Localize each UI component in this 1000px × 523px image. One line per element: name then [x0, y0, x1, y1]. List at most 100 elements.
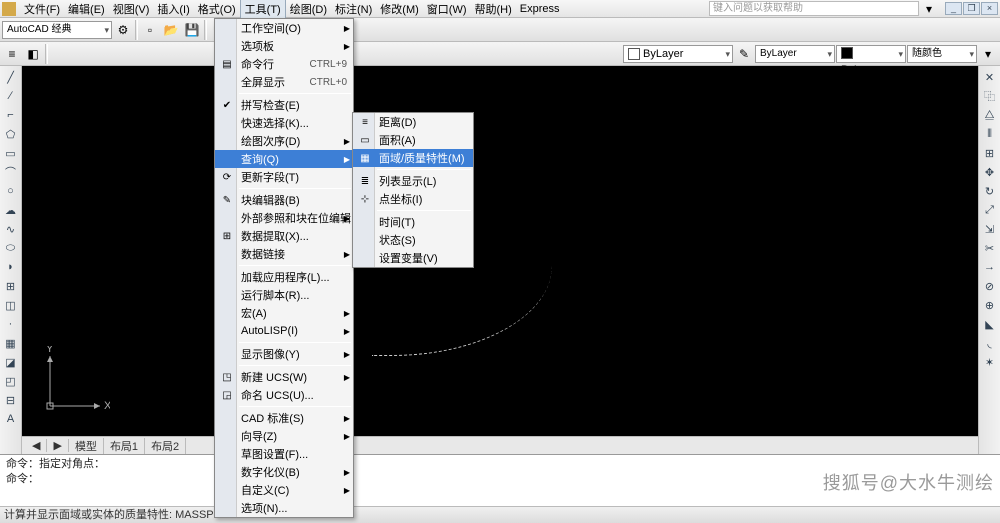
extend-icon[interactable]: → [981, 258, 999, 276]
join-icon[interactable]: ⊕ [981, 296, 999, 314]
hatch-icon[interactable]: ▦ [2, 334, 20, 352]
text-icon[interactable]: A [2, 410, 20, 428]
tools-menu-item[interactable]: AutoLISP(I)▶ [215, 322, 353, 340]
revcloud-icon[interactable]: ☁ [2, 201, 20, 219]
menu-format[interactable]: 格式(O) [194, 0, 240, 18]
plotstyle-combo[interactable]: 随颜色 [907, 45, 977, 63]
restore-button[interactable]: ❐ [963, 2, 980, 15]
layer-icon[interactable]: ◧ [23, 44, 43, 64]
layer-manager-icon[interactable]: ≡ [2, 44, 22, 64]
tools-menu-item[interactable]: ✎块编辑器(B) [215, 191, 353, 209]
tools-menu-item[interactable]: 选项(N)... [215, 499, 353, 517]
tools-menu-item[interactable]: 运行脚本(R)... [215, 286, 353, 304]
ellipsearc-icon[interactable]: ◗ [2, 258, 20, 276]
explode-icon[interactable]: ✶ [981, 353, 999, 371]
copy-icon[interactable]: ⿻ [981, 87, 999, 105]
tools-menu-item[interactable]: 向导(Z)▶ [215, 427, 353, 445]
tools-menu-item[interactable]: 绘图次序(D)▶ [215, 132, 353, 150]
tab-layout2[interactable]: 布局2 [145, 438, 186, 454]
arc-icon[interactable]: ⌒ [2, 163, 20, 181]
menu-dimension[interactable]: 标注(N) [331, 0, 376, 18]
tab-model[interactable]: 模型 [69, 438, 104, 454]
new-icon[interactable]: ▫ [140, 20, 160, 40]
inquiry-submenu-item[interactable]: ≣列表显示(L) [353, 172, 473, 190]
tab-nav-prev[interactable]: ◀ [26, 439, 47, 452]
search-dropdown-icon[interactable]: ▾ [919, 0, 939, 19]
tools-menu-item[interactable]: 快速选择(K)... [215, 114, 353, 132]
trim-icon[interactable]: ✂ [981, 239, 999, 257]
tools-menu-item[interactable]: 加载应用程序(L)... [215, 268, 353, 286]
inquiry-submenu-item[interactable]: ⊹点坐标(I) [353, 190, 473, 208]
table-icon[interactable]: ⊟ [2, 391, 20, 409]
props-icon[interactable]: ▾ [978, 44, 998, 64]
save-icon[interactable]: 💾 [182, 20, 202, 40]
lineweight-combo[interactable]: ByLayer [836, 45, 906, 63]
tools-menu-item[interactable]: ⟳更新字段(T) [215, 168, 353, 186]
menu-express[interactable]: Express [516, 2, 564, 16]
menu-edit[interactable]: 编辑(E) [64, 0, 109, 18]
minimize-button[interactable]: _ [945, 2, 962, 15]
workspace-combo[interactable]: AutoCAD 经典 [2, 21, 112, 39]
tools-menu-item[interactable]: 查询(Q)▶ [215, 150, 353, 168]
point-icon[interactable]: · [2, 315, 20, 333]
tools-menu-item[interactable]: 外部参照和块在位编辑▶ [215, 209, 353, 227]
block-icon[interactable]: ◫ [2, 296, 20, 314]
scale-icon[interactable]: ⤢ [981, 201, 999, 219]
linetype-combo[interactable]: ByLayer [755, 45, 835, 63]
stretch-icon[interactable]: ⇲ [981, 220, 999, 238]
tools-menu-item[interactable]: ✔拼写检查(E) [215, 96, 353, 114]
tools-menu-item[interactable]: 自定义(C)▶ [215, 481, 353, 499]
tools-menu-item[interactable]: ◳新建 UCS(W)▶ [215, 368, 353, 386]
line-icon[interactable]: ╱ [2, 68, 20, 86]
inquiry-submenu-item[interactable]: 时间(T) [353, 213, 473, 231]
tools-menu-item[interactable]: 数据链接▶ [215, 245, 353, 263]
layer-edit-icon[interactable]: ✎ [734, 44, 754, 64]
close-button[interactable]: × [981, 2, 998, 15]
rotate-icon[interactable]: ↻ [981, 182, 999, 200]
offset-icon[interactable]: ⫴ [981, 125, 999, 143]
circle-icon[interactable]: ○ [2, 182, 20, 200]
mirror-icon[interactable]: ⧋ [981, 106, 999, 124]
ellipse-icon[interactable]: ⬭ [2, 239, 20, 257]
layer-combo[interactable]: ByLayer [623, 45, 733, 63]
menu-modify[interactable]: 修改(M) [376, 0, 423, 18]
menu-window[interactable]: 窗口(W) [423, 0, 471, 18]
menu-file[interactable]: 文件(F) [20, 0, 64, 18]
fillet-icon[interactable]: ◟ [981, 334, 999, 352]
inquiry-submenu-item[interactable]: 设置变量(V) [353, 249, 473, 267]
move-icon[interactable]: ✥ [981, 163, 999, 181]
tools-menu-item[interactable]: 草图设置(F)... [215, 445, 353, 463]
tools-menu-item[interactable]: 工作空间(O)▶ [215, 19, 353, 37]
tab-layout1[interactable]: 布局1 [104, 438, 145, 454]
array-icon[interactable]: ⊞ [981, 144, 999, 162]
menu-draw[interactable]: 绘图(D) [286, 0, 331, 18]
xline-icon[interactable]: ∕ [2, 87, 20, 105]
menu-help[interactable]: 帮助(H) [471, 0, 516, 18]
tools-menu-item[interactable]: ◲命名 UCS(U)... [215, 386, 353, 404]
help-search-input[interactable]: 键入问题以获取帮助 [709, 1, 919, 16]
spline-icon[interactable]: ∿ [2, 220, 20, 238]
tools-menu-item[interactable]: CAD 标准(S)▶ [215, 409, 353, 427]
tools-menu-item[interactable]: 宏(A)▶ [215, 304, 353, 322]
drawing-canvas[interactable]: X Y ◀ ▶ 模型 布局1 布局2 [22, 66, 978, 454]
menu-insert[interactable]: 插入(I) [153, 0, 193, 18]
erase-icon[interactable]: ✕ [981, 68, 999, 86]
inquiry-submenu-item[interactable]: ≡距离(D) [353, 113, 473, 131]
inquiry-submenu-item[interactable]: 状态(S) [353, 231, 473, 249]
inquiry-submenu-item[interactable]: ▭面积(A) [353, 131, 473, 149]
tab-nav-next[interactable]: ▶ [47, 439, 68, 452]
tools-menu-item[interactable]: 全屏显示CTRL+0 [215, 73, 353, 91]
menu-view[interactable]: 视图(V) [109, 0, 154, 18]
rect-icon[interactable]: ▭ [2, 144, 20, 162]
pline-icon[interactable]: ⌐ [2, 106, 20, 124]
gradient-icon[interactable]: ◪ [2, 353, 20, 371]
inquiry-submenu-item[interactable]: ▦面域/质量特性(M) [353, 149, 473, 167]
tools-menu-item[interactable]: 数字化仪(B)▶ [215, 463, 353, 481]
gear-icon[interactable]: ⚙ [113, 20, 133, 40]
tools-menu-item[interactable]: ⊞数据提取(X)... [215, 227, 353, 245]
polygon-icon[interactable]: ⬠ [2, 125, 20, 143]
break-icon[interactable]: ⊘ [981, 277, 999, 295]
insert-icon[interactable]: ⊞ [2, 277, 20, 295]
open-icon[interactable]: 📂 [161, 20, 181, 40]
tools-menu-item[interactable]: ▤命令行CTRL+9 [215, 55, 353, 73]
